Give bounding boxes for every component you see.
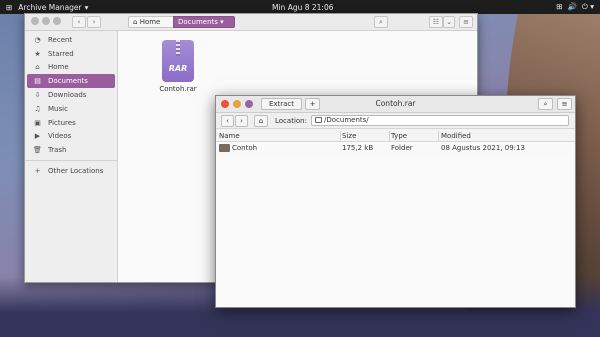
- column-header-name[interactable]: Name: [219, 132, 240, 140]
- file-list: [216, 142, 575, 307]
- location-label: Location:: [275, 117, 307, 125]
- sidebar-item-label: Pictures: [48, 118, 76, 127]
- folder-icon: [219, 144, 230, 152]
- clock[interactable]: Min Agu 8 21:06: [272, 3, 334, 12]
- sidebar-item-starred[interactable]: ★ Starred: [25, 47, 117, 61]
- location-input[interactable]: /Documents/: [311, 115, 569, 126]
- music-icon: ♫: [34, 104, 41, 113]
- table-row[interactable]: Contoh 175,2 kB Folder 08 Agustus 2021, …: [216, 143, 575, 154]
- extract-button[interactable]: Extract: [261, 98, 302, 110]
- forward-button[interactable]: ›: [235, 115, 248, 127]
- maximize-window-button[interactable]: [245, 100, 253, 108]
- sidebar-item-documents[interactable]: ▤ Documents: [27, 74, 115, 89]
- star-icon: ★: [34, 49, 41, 58]
- file-name[interactable]: Contoh.rar: [150, 85, 206, 93]
- menu-button[interactable]: ≡: [459, 16, 473, 28]
- sidebar-item-other-locations[interactable]: + Other Locations: [25, 164, 117, 178]
- top-bar: ⊞ Archive Manager ▾ Min Agu 8 21:06 ⊞ 🔊 …: [0, 0, 600, 14]
- sidebar-item-downloads[interactable]: ⇩ Downloads: [25, 88, 117, 102]
- home-icon: ⌂: [35, 63, 40, 72]
- plus-icon: +: [34, 167, 41, 176]
- archive-headerbar: Extract + Contoh.rar ⌕ ≡: [216, 96, 575, 113]
- app-name: Archive Manager: [18, 2, 82, 12]
- sidebar: ◔ Recent ★ Starred ⌂ Home ▤ Documents ⇩ Downl…: [25, 31, 118, 282]
- sidebar-item-music[interactable]: ♫ Music: [25, 102, 117, 116]
- row-name: Contoh: [232, 144, 258, 152]
- sidebar-item-recent[interactable]: ◔ Recent: [25, 33, 117, 47]
- home-icon: ⌂: [133, 18, 138, 26]
- column-headers: Name Size Type Modified: [216, 131, 575, 142]
- location-value: /Documents/: [324, 116, 369, 124]
- maximize-window-button[interactable]: [53, 17, 61, 25]
- rar-file-icon[interactable]: RAR: [162, 40, 194, 82]
- close-window-button[interactable]: [221, 100, 229, 108]
- network-icon[interactable]: ⊞: [556, 2, 562, 12]
- power-icon[interactable]: ⏻ ▾: [582, 2, 594, 12]
- view-list-button[interactable]: ☷: [429, 16, 443, 28]
- breadcrumb-documents[interactable]: Documents ▾: [173, 16, 235, 28]
- breadcrumb-home[interactable]: ⌂ Home: [128, 16, 174, 28]
- add-files-button[interactable]: +: [305, 98, 320, 110]
- back-button[interactable]: ‹: [72, 16, 86, 28]
- sidebar-item-label: Starred: [48, 49, 74, 58]
- menu-button[interactable]: ≡: [557, 98, 572, 110]
- search-button[interactable]: ⌕: [538, 98, 553, 110]
- archive-manager-window: Extract + Contoh.rar ⌕ ≡ ‹ › ⌂ Location:…: [215, 95, 576, 308]
- column-header-size[interactable]: Size: [342, 132, 356, 140]
- sidebar-item-pictures[interactable]: ▣ Pictures: [25, 116, 117, 130]
- search-button[interactable]: ⌕: [374, 16, 388, 28]
- sidebar-item-label: Home: [48, 63, 69, 72]
- sidebar-item-trash[interactable]: 🗑 Trash: [25, 143, 117, 157]
- document-icon: ▤: [34, 77, 41, 86]
- row-type: Folder: [391, 144, 413, 152]
- row-modified: 08 Agustus 2021, 09:13: [441, 144, 525, 152]
- trash-icon: 🗑: [33, 146, 42, 155]
- column-header-modified[interactable]: Modified: [441, 132, 471, 140]
- volume-icon[interactable]: 🔊: [568, 2, 577, 12]
- zipper-icon: [176, 40, 180, 56]
- sidebar-item-home[interactable]: ⌂ Home: [25, 61, 117, 75]
- system-tray[interactable]: ⊞ 🔊 ⏻ ▾: [556, 2, 594, 12]
- back-button[interactable]: ‹: [221, 115, 234, 127]
- activities-icon[interactable]: ⊞: [0, 3, 18, 12]
- sidebar-item-label: Recent: [48, 35, 73, 44]
- video-icon: ▶: [34, 132, 41, 141]
- folder-icon: [315, 117, 322, 123]
- sidebar-divider: [25, 160, 117, 162]
- location-bar: ‹ › ⌂ Location: /Documents/: [216, 113, 575, 129]
- sidebar-item-videos[interactable]: ▶ Videos: [25, 130, 117, 144]
- column-header-type[interactable]: Type: [391, 132, 407, 140]
- recent-icon: ◔: [34, 35, 41, 44]
- sidebar-item-label: Other Locations: [48, 167, 104, 176]
- sidebar-item-label: Music: [48, 104, 68, 113]
- sidebar-item-label: Documents: [48, 77, 88, 86]
- chevron-down-icon: ▾: [84, 2, 89, 12]
- sidebar-item-label: Videos: [48, 132, 72, 141]
- files-headerbar: ‹ › ⌂ Home Documents ▾ ⌕ ☷ ⌄ ≡: [25, 14, 477, 31]
- home-button[interactable]: ⌂: [254, 115, 268, 127]
- breadcrumb-home-label: Home: [139, 18, 161, 26]
- minimize-window-button[interactable]: [42, 17, 50, 25]
- sidebar-item-label: Downloads: [48, 91, 87, 100]
- sidebar-item-label: Trash: [48, 146, 67, 155]
- forward-button[interactable]: ›: [87, 16, 101, 28]
- pictures-icon: ▣: [34, 118, 41, 127]
- view-options-button[interactable]: ⌄: [443, 16, 455, 28]
- row-size: 175,2 kB: [342, 144, 374, 152]
- rar-label: RAR: [168, 64, 188, 73]
- app-menu[interactable]: Archive Manager ▾: [18, 3, 88, 12]
- download-icon: ⇩: [34, 91, 41, 100]
- minimize-window-button[interactable]: [233, 100, 241, 108]
- close-window-button[interactable]: [31, 17, 39, 25]
